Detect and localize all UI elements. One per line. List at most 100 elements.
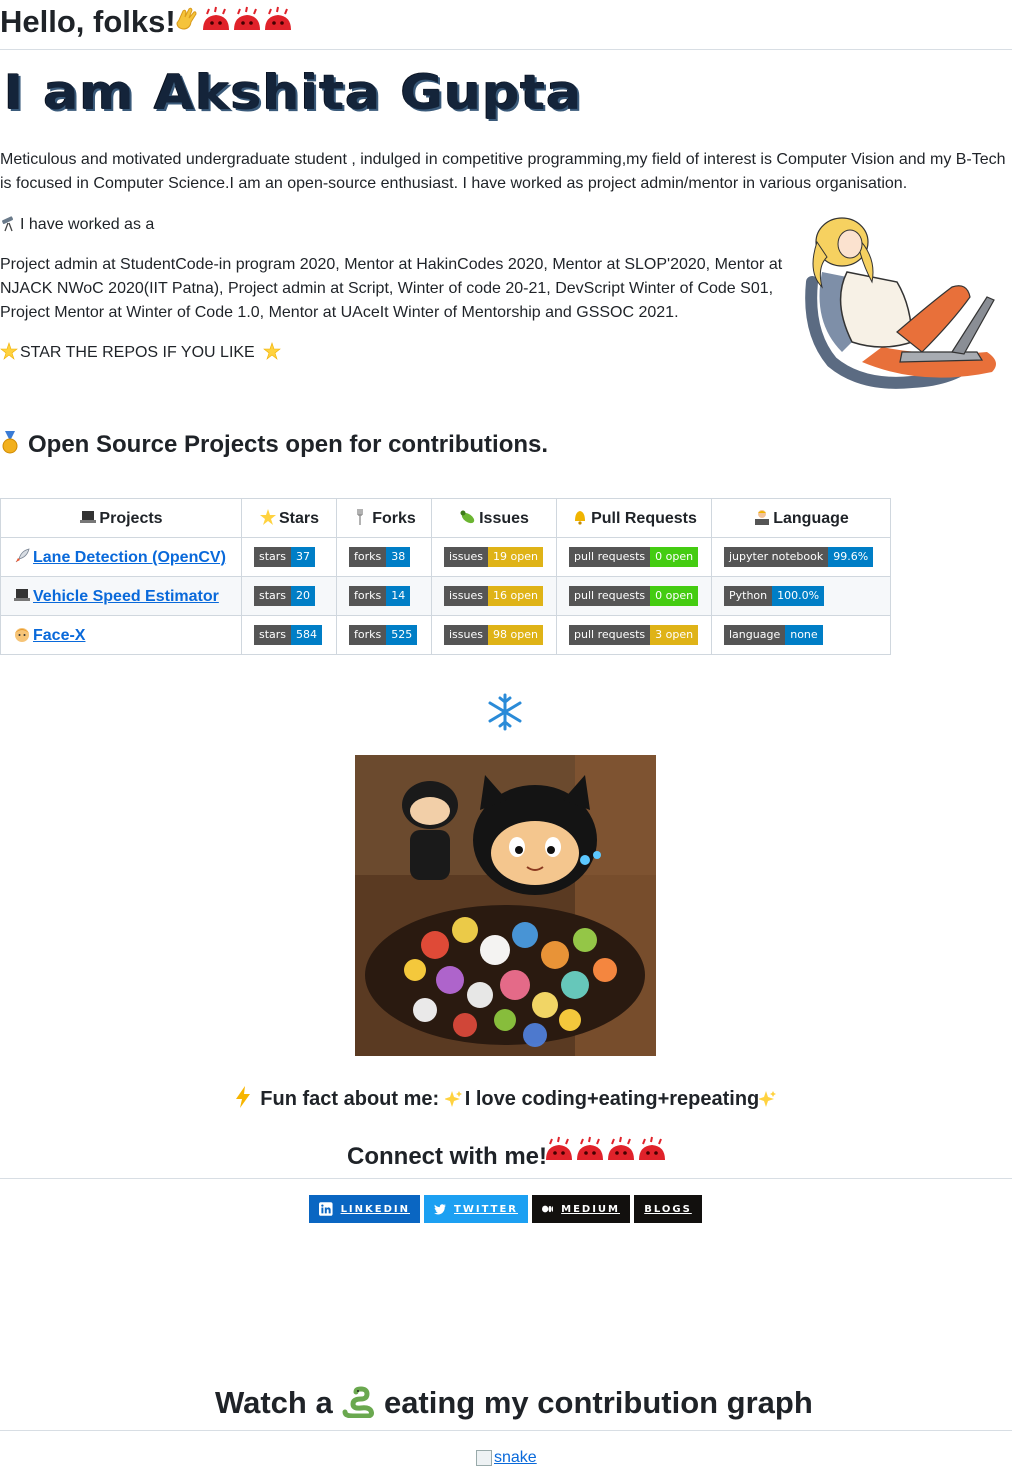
stars-badge[interactable]: stars 584: [254, 625, 323, 645]
header-forks: Forks: [336, 498, 432, 538]
snowflake-icon: [488, 693, 522, 731]
worked-intro: I have worked as a: [0, 213, 300, 237]
prs-cell: pull requests 0 open: [556, 537, 712, 577]
broken-image-icon: [476, 1450, 492, 1466]
snake-header: Watch a eating my contribution graph: [0, 1380, 1012, 1431]
twitter-icon: [434, 1203, 447, 1214]
snake-icon: [342, 1386, 375, 1418]
name-banner-image: I am Akshita Gupta: [0, 62, 592, 128]
forks-cell: forks 38: [336, 537, 432, 577]
waving-hand-icon: [176, 7, 197, 30]
greeting-title: Hello, folks!: [0, 4, 176, 39]
header-pull-requests: Pull Requests: [556, 498, 712, 538]
prs-cell: pull requests 0 open: [556, 576, 712, 616]
bug-icon: [460, 510, 475, 524]
worked-intro-text: I have worked as a: [20, 216, 155, 233]
header-stars: Stars: [241, 498, 337, 538]
snake-graph-image-link[interactable]: snake: [476, 1449, 537, 1467]
issues-badge[interactable]: issues 98 open: [444, 625, 543, 645]
star-icon: [0, 342, 18, 360]
language-badge[interactable]: Python 100.0%: [724, 586, 825, 606]
header-issues: Issues: [431, 498, 557, 538]
sparkles-icon: [444, 1091, 462, 1107]
stars-cell: stars 584: [241, 615, 337, 655]
table-row: Face-X stars 584 forks 525 issues 98 open p…: [0, 615, 891, 655]
technologist-icon: [755, 510, 770, 525]
star-icon: [263, 342, 282, 360]
telescope-icon: [2, 216, 14, 232]
red-monster-icon: [577, 1136, 603, 1160]
language-cell: Python 100.0%: [711, 576, 891, 616]
stars-badge[interactable]: stars 37: [254, 547, 316, 567]
open-source-heading-text: Open Source Projects open for contributi…: [28, 431, 549, 458]
prs-badge[interactable]: pull requests 3 open: [569, 625, 699, 645]
greeting-header: Hello, folks!: [0, 0, 1012, 50]
language-cell: language none: [711, 615, 891, 655]
prs-badge[interactable]: pull requests 0 open: [569, 586, 699, 606]
roles-paragraph: Project admin at StudentCode-in program …: [0, 256, 783, 321]
forks-badge[interactable]: forks 525: [349, 625, 418, 645]
snake-title: Watch a eating my contribution graph: [215, 1385, 813, 1420]
forks-badge[interactable]: forks 14: [349, 586, 411, 606]
open-source-heading: Open Source Projects open for contributi…: [0, 430, 548, 460]
medium-icon: [542, 1205, 554, 1213]
star-repos-line: STAR THE REPOS IF YOU LIKE: [0, 341, 300, 365]
project-link-face-x[interactable]: Face-X: [33, 627, 85, 644]
issues-badge[interactable]: issues 16 open: [444, 586, 543, 606]
projects-table: Projects Stars Forks Issues Pull Request…: [0, 498, 891, 655]
red-monster-icon: [546, 1136, 572, 1160]
fun-fact-line: Fun fact about me: I love coding+eating+…: [0, 1084, 1012, 1114]
forks-cell: forks 525: [336, 615, 432, 655]
bio-paragraph: Meticulous and motivated undergraduate s…: [0, 151, 1006, 192]
language-badge[interactable]: jupyter notebook 99.6%: [724, 547, 874, 567]
linkedin-icon: [319, 1202, 333, 1216]
table-row: Vehicle Speed Estimator stars 20 forks 14 …: [0, 576, 891, 616]
bell-icon: [575, 511, 586, 525]
star-icon: [259, 509, 276, 525]
laptop-icon: [14, 589, 30, 601]
header-projects: Projects: [0, 498, 242, 538]
project-name-cell: Face-X: [0, 615, 242, 655]
star-repos-text: STAR THE REPOS IF YOU LIKE: [20, 344, 255, 361]
issues-badge[interactable]: issues 19 open: [444, 547, 543, 567]
prs-cell: pull requests 3 open: [556, 615, 712, 655]
table-header-row: Projects Stars Forks Issues Pull Request…: [0, 498, 891, 538]
name-banner-text: I am Akshita Gupta: [4, 66, 583, 122]
forks-cell: forks 14: [336, 576, 432, 616]
linkedin-button[interactable]: LINKEDIN: [309, 1195, 420, 1223]
fun-fact-label: Fun fact about me:: [260, 1088, 440, 1110]
lightning-icon: [235, 1086, 250, 1108]
language-cell: jupyter notebook 99.6%: [711, 537, 891, 577]
octocat-stickers-photo: [355, 755, 656, 1056]
red-monster-icon: [203, 6, 229, 30]
header-language: Language: [711, 498, 891, 538]
prs-badge[interactable]: pull requests 0 open: [569, 547, 699, 567]
red-monster-icon: [265, 6, 291, 30]
fun-fact-text: I love coding+eating+repeating: [464, 1088, 760, 1110]
issues-cell: issues 98 open: [431, 615, 557, 655]
project-name-cell: Vehicle Speed Estimator: [0, 576, 242, 616]
rocket-icon: [15, 548, 30, 563]
girl-with-laptop-illustration: [805, 217, 996, 389]
laptop-icon: [80, 511, 97, 523]
stars-badge[interactable]: stars 20: [254, 586, 316, 606]
medium-button[interactable]: MEDIUM: [532, 1195, 630, 1223]
stars-cell: stars 37: [241, 537, 337, 577]
issues-cell: issues 16 open: [431, 576, 557, 616]
project-name-cell: Lane Detection (OpenCV): [0, 537, 242, 577]
red-monster-icon: [234, 6, 260, 30]
sparkles-icon: [759, 1091, 777, 1107]
forks-badge[interactable]: forks 38: [349, 547, 411, 567]
blogs-button[interactable]: BLOGS: [634, 1195, 702, 1223]
medal-icon: [2, 431, 18, 454]
fork-icon: [357, 509, 363, 525]
language-badge[interactable]: language none: [724, 625, 823, 645]
red-monster-icon: [639, 1136, 665, 1160]
table-row: Lane Detection (OpenCV) stars 37 forks 38 …: [0, 537, 891, 577]
project-link-vehicle-speed-estimator[interactable]: Vehicle Speed Estimator: [33, 588, 219, 605]
connect-title: Connect with me!: [347, 1143, 548, 1170]
twitter-button[interactable]: TWITTER: [424, 1195, 528, 1223]
project-link-lane-detection[interactable]: Lane Detection (OpenCV): [33, 549, 226, 566]
boy-icon: [15, 628, 29, 642]
issues-cell: issues 19 open: [431, 537, 557, 577]
